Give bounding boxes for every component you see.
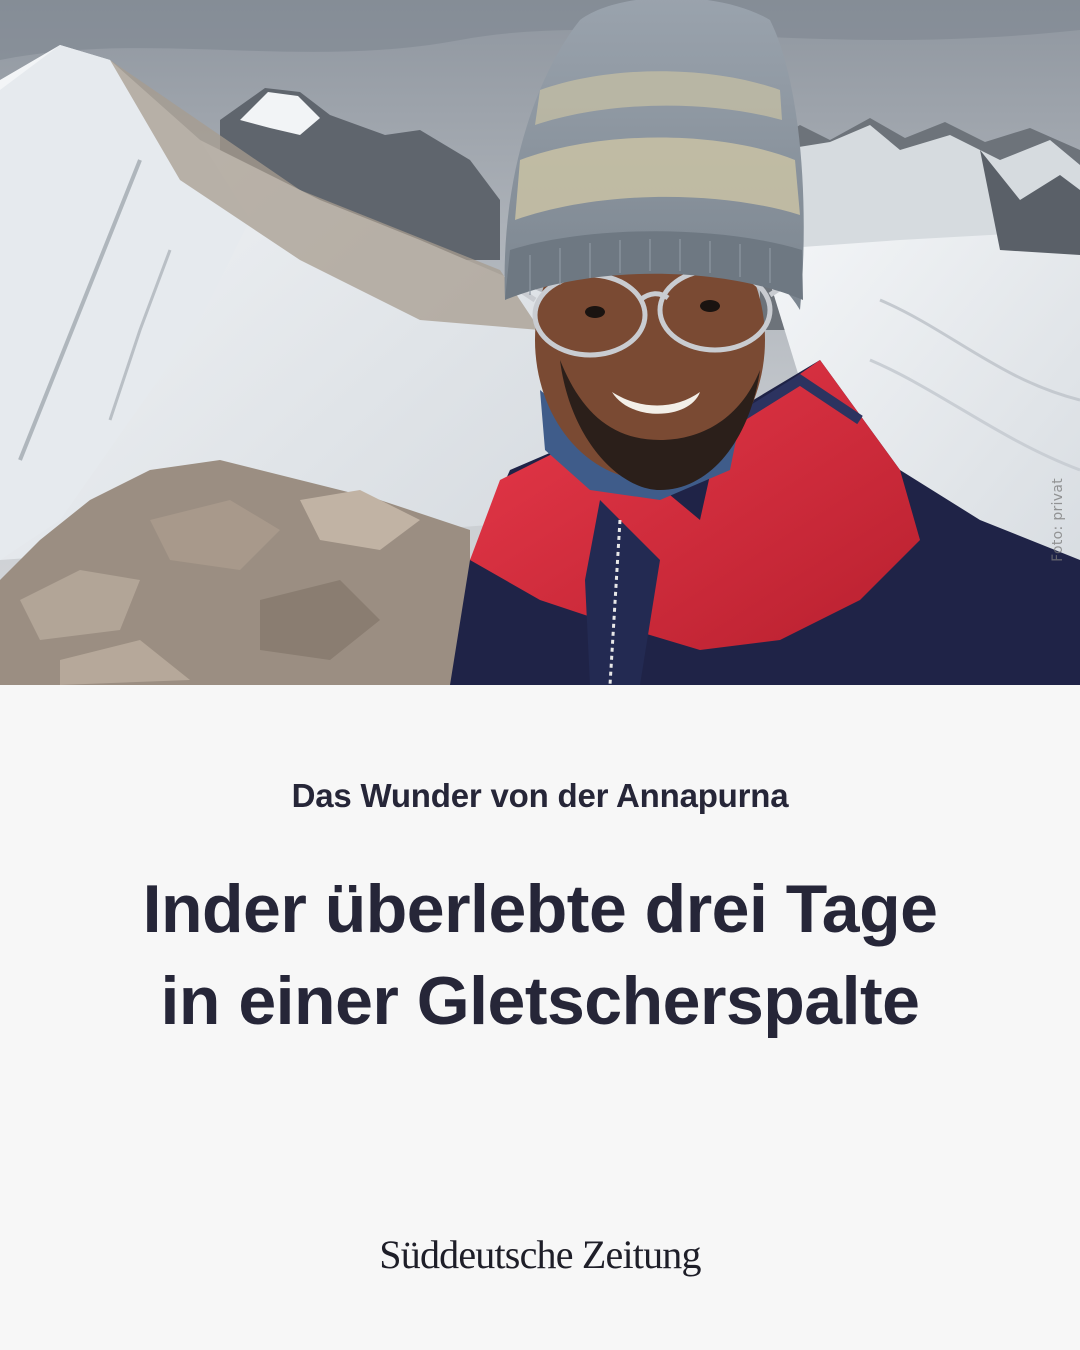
article-kicker: Das Wunder von der Annapurna — [291, 777, 789, 814]
hero-photo: Foto: privat — [0, 0, 1080, 685]
photo-credit: Foto: privat — [1050, 478, 1066, 562]
article-headline: Inder überlebte drei Tage in einer Glets… — [142, 871, 938, 1039]
mountain-selfie-illustration — [0, 0, 1080, 685]
social-post-card: Foto: privat Das Wunder von der Annapurn… — [0, 0, 1080, 1350]
article-teaser: Das Wunder von der Annapurna Inder überl… — [0, 685, 1080, 1350]
publisher-logo: Süddeutsche Zeitung — [379, 1232, 701, 1277]
